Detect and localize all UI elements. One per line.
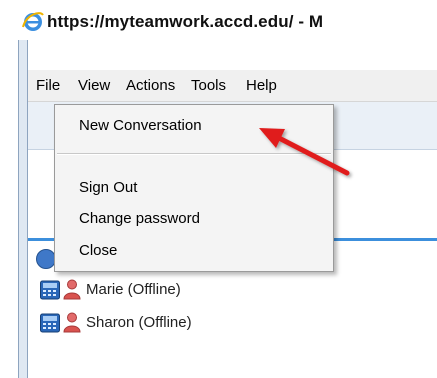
phone-icon — [40, 280, 60, 300]
phone-icon — [40, 313, 60, 333]
group-icon — [36, 249, 56, 269]
menu-item-close[interactable]: Close — [79, 242, 117, 259]
title-bar: https://myteamwork.accd.edu/ - M — [0, 0, 437, 66]
internet-explorer-icon — [22, 12, 44, 31]
menu-bar: File View Actions Tools Help — [28, 70, 437, 102]
window-frame-left — [18, 40, 28, 378]
menu-actions[interactable]: Actions — [126, 77, 175, 94]
menu-help[interactable]: Help — [246, 77, 277, 94]
menu-tools[interactable]: Tools — [191, 77, 226, 94]
menu-file[interactable]: File — [36, 77, 60, 94]
browser-window: https://myteamwork.accd.edu/ - M File Vi… — [0, 0, 437, 378]
person-icon — [63, 279, 81, 300]
contact-name: Sharon (Offline) — [86, 314, 192, 331]
person-icon — [63, 312, 81, 333]
menu-item-sign-out[interactable]: Sign Out — [79, 179, 137, 196]
contact-row[interactable]: Marie (Offline) — [40, 278, 340, 302]
contact-row[interactable]: Sharon (Offline) — [40, 311, 340, 335]
window-title: https://myteamwork.accd.edu/ - M — [47, 12, 324, 31]
red-arrow-annotation — [259, 128, 350, 176]
menu-view[interactable]: View — [78, 77, 110, 94]
contact-name: Marie (Offline) — [86, 281, 181, 298]
menu-item-new-conversation[interactable]: New Conversation — [79, 117, 202, 134]
menu-item-change-password[interactable]: Change password — [79, 210, 200, 227]
